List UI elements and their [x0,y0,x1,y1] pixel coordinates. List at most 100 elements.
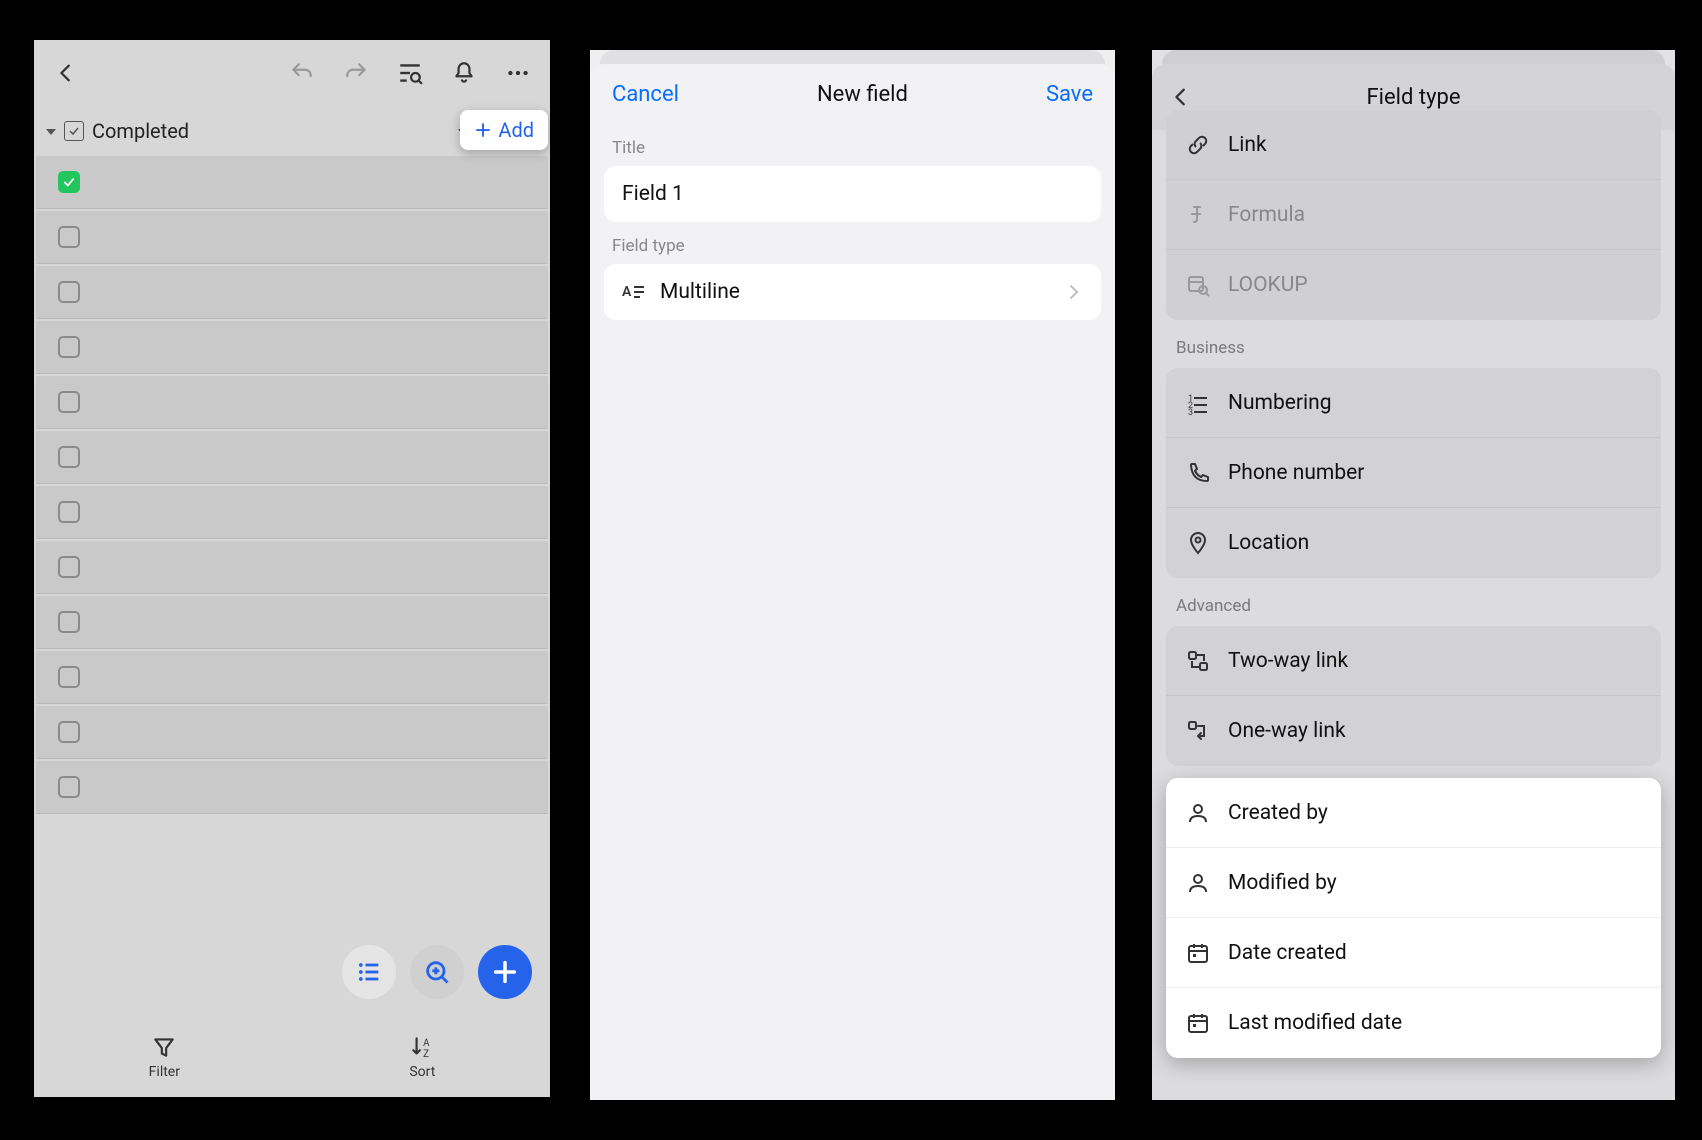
field-type-option[interactable]: Location [1166,508,1661,578]
redo-button[interactable] [340,57,372,89]
table-row[interactable] [36,266,548,319]
location-icon [1186,531,1210,555]
field-type-option-label: Formula [1228,203,1305,227]
checkbox-cell[interactable] [58,776,80,798]
twoway-icon [1186,649,1210,673]
field-type-option-label: One-way link [1228,719,1346,743]
field-type-group-advanced: Two-way link One-way link [1166,626,1661,766]
chevron-right-icon [1065,283,1083,301]
checkbox-cell[interactable] [58,721,80,743]
field-type-group-business: 123 Numbering Phone number Location [1166,368,1661,578]
field-type-option-label: LOOKUP [1228,273,1308,297]
table-row[interactable] [36,761,548,814]
field-title-input[interactable]: Field 1 [604,166,1101,222]
svg-text:Z: Z [423,1049,429,1060]
tab-filter[interactable]: Filter [149,1034,180,1080]
phone-icon [1186,461,1210,485]
checkbox-cell[interactable] [58,171,80,193]
checkbox-field-icon [64,121,84,141]
field-type-option-label: Last modified date [1228,1011,1402,1035]
panel-field-type-list: Field type LinkFormulaLOOKUP Business 12… [1152,50,1675,1100]
field-type-option-label: Date created [1228,941,1347,965]
column-header-row: Completed Add [34,106,550,156]
checkbox-cell[interactable] [58,391,80,413]
plus-icon [474,121,492,139]
search-list-icon[interactable] [394,57,426,89]
column-header-label: Completed [92,119,189,143]
table-row[interactable] [36,321,548,374]
section-advanced-label: Advanced [1152,578,1675,626]
fieldtype-selector[interactable]: A Multiline [604,264,1101,320]
table-row[interactable] [36,541,548,594]
table-row[interactable] [36,596,548,649]
checkbox-cell[interactable] [58,446,80,468]
field-type-option-label: Link [1228,133,1267,157]
field-type-option-label: Created by [1228,801,1328,825]
field-type-group-partial: Link Formula LOOKUP [1166,110,1661,320]
tab-filter-label: Filter [149,1064,180,1080]
table-row[interactable] [36,211,548,264]
field-type-option[interactable]: LOOKUP [1166,250,1661,320]
numbering-icon: 123 [1186,391,1210,415]
field-type-option[interactable]: Formula [1166,180,1661,250]
link-icon [1186,133,1210,157]
field-type-option[interactable]: Two-way link [1166,626,1661,696]
sort-icon: A Z [409,1034,435,1060]
column-header-completed[interactable]: Completed [64,119,189,143]
field-type-option[interactable]: Last modified date [1166,988,1661,1058]
more-icon[interactable] [502,57,534,89]
checkbox-cell[interactable] [58,556,80,578]
save-button[interactable]: Save [1046,82,1093,107]
collapse-caret-icon[interactable] [46,129,56,135]
table-row[interactable] [36,706,548,759]
field-type-option[interactable]: Phone number [1166,438,1661,508]
oneway-icon [1186,719,1210,743]
back-button[interactable] [1170,86,1200,108]
panel-list-view: Completed Add [34,40,550,1097]
field-type-option[interactable]: Date created [1166,918,1661,988]
table-row[interactable] [36,486,548,539]
back-button[interactable] [50,57,82,89]
field-type-option[interactable]: Modified by [1166,848,1661,918]
formula-icon [1186,203,1210,227]
filter-icon [151,1034,177,1060]
undo-button[interactable] [286,57,318,89]
fab-zoom-icon[interactable] [410,945,464,999]
tab-sort[interactable]: A Z Sort [409,1034,435,1080]
checkbox-cell[interactable] [58,281,80,303]
lookup-icon [1186,273,1210,297]
field-type-option[interactable]: 123 Numbering [1166,368,1661,438]
add-field-popover[interactable]: Add [460,110,548,150]
field-type-option[interactable]: One-way link [1166,696,1661,766]
fab-row [342,945,532,999]
fab-add-button[interactable] [478,945,532,999]
section-title-label: Title [590,124,1115,166]
fab-list-icon[interactable] [342,945,396,999]
field-type-option-label: Phone number [1228,461,1364,485]
field-type-option-label: Modified by [1228,871,1337,895]
sheet-title: New field [817,82,908,107]
checkbox-cell[interactable] [58,336,80,358]
bottom-tabbar: Filter A Z Sort [34,1017,550,1097]
table-row[interactable] [36,376,548,429]
checkbox-cell[interactable] [58,226,80,248]
svg-text:A: A [622,284,632,300]
field-type-option[interactable]: Created by [1166,778,1661,848]
table-row[interactable] [36,431,548,484]
section-business-label: Business [1152,320,1675,368]
field-type-option[interactable]: Link [1166,110,1661,180]
cancel-button[interactable]: Cancel [612,82,679,107]
field-type-option-label: Numbering [1228,391,1332,415]
user-icon [1186,801,1210,825]
checkbox-cell[interactable] [58,611,80,633]
user-icon [1186,871,1210,895]
checkbox-cell[interactable] [58,501,80,523]
field-type-option-label: Location [1228,531,1309,555]
table-row[interactable] [36,651,548,704]
field-type-option-label: Two-way link [1228,649,1348,673]
notifications-icon[interactable] [448,57,480,89]
field-type-sheet: Field type LinkFormulaLOOKUP Business 12… [1152,64,1675,1100]
checkbox-cell[interactable] [58,666,80,688]
calendar-icon [1186,1011,1210,1035]
table-row[interactable] [36,156,548,209]
